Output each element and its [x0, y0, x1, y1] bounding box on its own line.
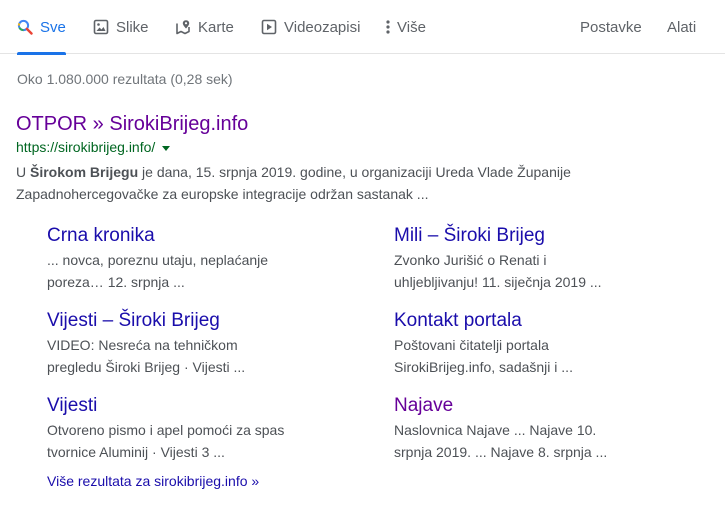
tab-more-label: Više [397, 18, 426, 36]
map-pin-icon [175, 19, 191, 35]
sitelink-description: ... novca, poreznu utaju, neplaćanje por… [47, 252, 269, 290]
sitelink-title[interactable]: Mili – Široki Brijeg [394, 225, 674, 247]
sitelink-title[interactable]: Kontakt portala [394, 310, 674, 332]
result-url[interactable]: https://sirokibrijeg.info/ [16, 139, 155, 155]
tab-maps[interactable]: Karte [175, 0, 234, 54]
snippet-highlight: Širokom Brijegu [30, 164, 139, 180]
image-icon [93, 19, 109, 35]
sitelink-description: Poštovani čitatelji portala SirokiBrijeg… [394, 337, 573, 375]
sitelink-description: Naslovnica Najave ... Najave 10. srpnja … [394, 422, 608, 460]
tab-settings-label: Postavke [580, 18, 642, 36]
tab-tools-label: Alati [667, 18, 697, 36]
sitelink-title[interactable]: Vijesti – Široki Brijeg [47, 310, 327, 332]
tab-videos-label: Videozapisi [284, 18, 361, 36]
tab-more[interactable]: Više [385, 0, 426, 54]
sitelink-mili-siroki-brijeg: Mili – Široki Brijeg Zvonko Jurišić o Re… [394, 225, 674, 293]
search-tabs: Sve Slike Karte Videozapisi Više Postavk… [0, 0, 725, 55]
tab-images[interactable]: Slike [93, 0, 149, 54]
more-results-link[interactable]: Više rezultata za sirokibrijeg.info » [47, 473, 259, 489]
result-title-link[interactable]: OTPOR » SirokiBrijeg.info [16, 113, 248, 136]
tab-videos[interactable]: Videozapisi [261, 0, 360, 54]
tab-all[interactable]: Sve [17, 0, 66, 55]
sitelink-crna-kronika: Crna kronika ... novca, poreznu utaju, n… [47, 225, 327, 293]
sitelink-description: Otvoreno pismo i apel pomoći za spas tvo… [47, 422, 285, 460]
tab-settings[interactable]: Postavke [580, 0, 642, 54]
sitelink-vijesti-siroki-brijeg: Vijesti – Široki Brijeg VIDEO: Nesreća n… [47, 310, 327, 378]
tab-tools[interactable]: Alati [667, 0, 696, 54]
sitelink-kontakt-portala: Kontakt portala Poštovani čitatelji port… [394, 310, 674, 378]
sitelink-title[interactable]: Vijesti [47, 395, 327, 417]
result-stats: Oko 1.080.000 rezultata (0,28 sek) [17, 71, 233, 87]
tab-maps-label: Karte [198, 18, 234, 36]
sitelink-title[interactable]: Najave [394, 395, 674, 417]
result-url-row: https://sirokibrijeg.info/ [16, 139, 171, 155]
sitelink-description: VIDEO: Nesreća na tehničkom pregledu Šir… [47, 337, 246, 375]
tab-all-label: Sve [40, 18, 66, 36]
sitelink-description: Zvonko Jurišić o Renati i uhljebljivanju… [394, 252, 602, 290]
url-dropdown-arrow-icon[interactable] [162, 145, 171, 151]
tab-images-label: Slike [116, 18, 149, 36]
search-icon [17, 19, 33, 35]
sitelink-vijesti: Vijesti Otvoreno pismo i apel pomoći za … [47, 395, 327, 463]
sitelink-title[interactable]: Crna kronika [47, 225, 327, 247]
video-play-icon [261, 19, 277, 35]
more-vertical-icon [385, 19, 391, 35]
result-snippet: U Širokom Brijegu je dana, 15. srpnja 20… [16, 161, 616, 205]
snippet-text-start: U [16, 164, 30, 180]
sitelink-najave: Najave Naslovnica Najave ... Najave 10. … [394, 395, 674, 463]
